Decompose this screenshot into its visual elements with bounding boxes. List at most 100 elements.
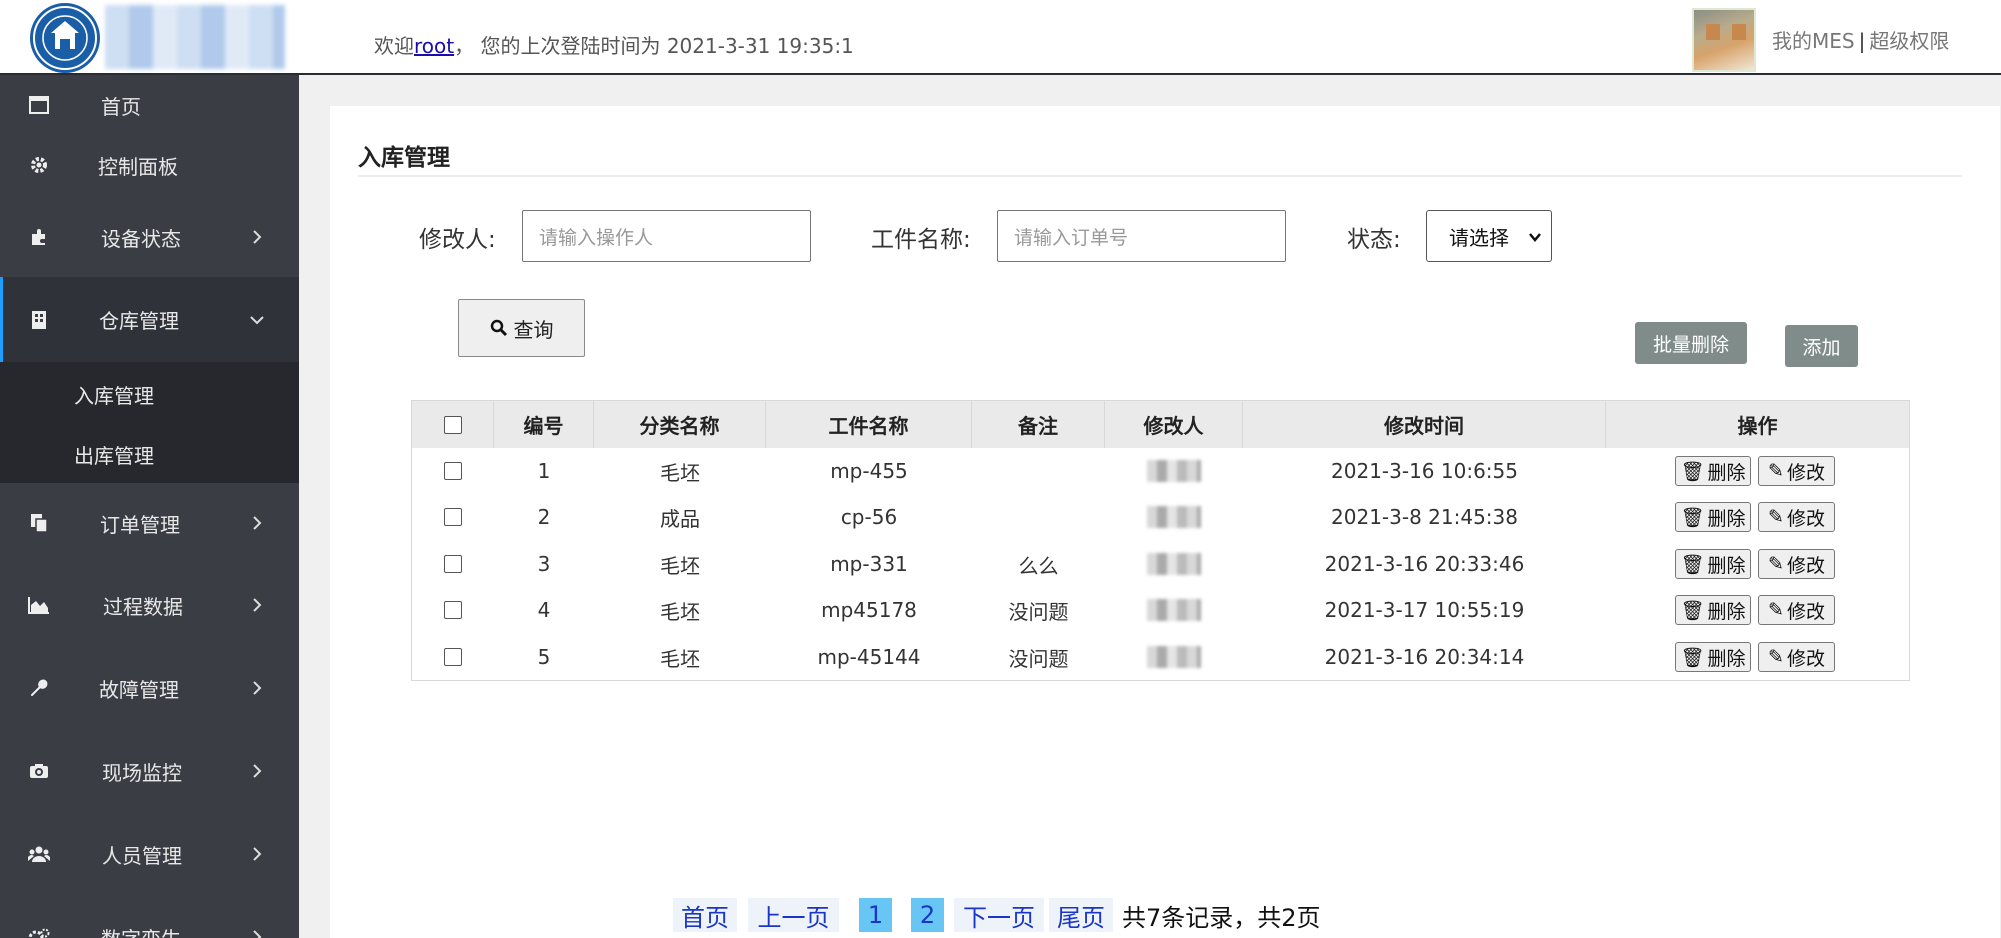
page-next[interactable]: 下一页 [954, 898, 1044, 932]
column-header: 工件名称 [766, 401, 972, 448]
username-link[interactable]: root [414, 34, 454, 58]
modifier-label: 修改人: [419, 227, 496, 253]
submenu-item-stock-in[interactable]: 入库管理 [74, 380, 154, 409]
university-logo [30, 3, 100, 73]
sidebar-item-label: 订单管理 [100, 512, 180, 537]
note-cell [972, 494, 1105, 540]
column-header: 备注 [972, 401, 1105, 448]
blurred-school-name [105, 5, 285, 69]
table-header: 编号 分类名称 工件名称 备注 修改人 修改时间 操作 [412, 401, 1909, 448]
top-right-links: 我的MES | 超级权限 [1772, 25, 1949, 54]
sidebar-item-home[interactable]: 首页 [0, 83, 299, 127]
wrench-icon [28, 677, 50, 699]
sidebar-item-site-monitoring[interactable]: 现场监控 [0, 749, 299, 793]
area-chart-icon [28, 594, 50, 616]
sidebar-item-device-status[interactable]: 设备状态 [0, 215, 299, 259]
sidebar-item-label: 现场监控 [102, 760, 182, 785]
edit-label: 修改 [1786, 600, 1825, 623]
edit-label: 修改 [1786, 647, 1825, 670]
delete-button[interactable]: 🗑 删除 [1675, 642, 1751, 672]
pencil-icon: ✎ [1768, 599, 1784, 621]
note-cell [972, 448, 1105, 494]
permission-link[interactable]: 超级权限 [1869, 29, 1949, 53]
status-select[interactable]: 请选择 [1426, 210, 1552, 262]
row-checkbox[interactable] [444, 555, 462, 573]
avatar[interactable] [1692, 8, 1756, 72]
sidebar-item-label: 故障管理 [99, 677, 179, 702]
edit-button[interactable]: ✎ 修改 [1758, 642, 1835, 672]
row-checkbox[interactable] [444, 508, 462, 526]
chevron-down-icon [1529, 233, 1541, 242]
row-checkbox[interactable] [444, 462, 462, 480]
sidebar-item-label: 仓库管理 [99, 309, 179, 333]
sidebar-item-label: 人员管理 [102, 843, 182, 868]
sidebar: 首页 控制面板 设备状态 仓库管理 入库管理 出库管理 订单管理 过程数据 故障… [0, 75, 299, 938]
sidebar-item-control-panel[interactable]: 控制面板 [0, 143, 299, 187]
time-cell: 2021-3-16 20:33:46 [1324, 552, 1525, 576]
page-number-2[interactable]: 2 [911, 898, 944, 932]
id-cell: 2 [537, 505, 551, 529]
sidebar-item-warehouse[interactable]: 仓库管理 [0, 277, 299, 362]
sidebar-item-label: 设备状态 [101, 226, 181, 251]
column-header: 修改人 [1105, 401, 1243, 448]
sidebar-item-process-data[interactable]: 过程数据 [0, 583, 299, 627]
edit-button[interactable]: ✎ 修改 [1758, 549, 1835, 579]
sidebar-item-orders[interactable]: 订单管理 [0, 501, 299, 545]
part-name-placeholder: 请输入订单号 [1014, 226, 1129, 249]
edit-button[interactable]: ✎ 修改 [1758, 595, 1835, 625]
part-name-input[interactable]: 请输入订单号 [997, 210, 1286, 262]
delete-button[interactable]: 🗑 删除 [1675, 502, 1751, 532]
delete-label: 删除 [1707, 554, 1746, 577]
select-all-checkbox[interactable] [443, 415, 462, 434]
sidebar-item-personnel[interactable]: 人员管理 [0, 832, 299, 876]
part-cell: mp-455 [830, 459, 908, 483]
puzzle-icon [28, 226, 50, 248]
row-checkbox[interactable] [444, 601, 462, 619]
sidebar-item-digital-twin[interactable]: 数字孪生 [0, 915, 299, 938]
note-cell: 没问题 [1008, 646, 1069, 671]
id-cell: 3 [537, 552, 551, 576]
delete-button[interactable]: 🗑 删除 [1675, 595, 1751, 625]
sidebar-item-label: 过程数据 [103, 594, 183, 619]
delete-button[interactable]: 🗑 删除 [1675, 456, 1751, 486]
edit-button[interactable]: ✎ 修改 [1758, 456, 1835, 486]
table-row: 3 毛坯 mp-331 么么 2021-3-16 20:33:46 🗑 删除 ✎ 修… [412, 541, 1909, 587]
chevron-right-icon [253, 930, 262, 938]
copy-icon [28, 512, 50, 534]
time-cell: 2021-3-16 20:34:14 [1324, 645, 1525, 669]
pencil-icon: ✎ [1768, 646, 1784, 668]
submenu-item-stock-out[interactable]: 出库管理 [74, 440, 154, 469]
pencil-icon: ✎ [1768, 506, 1784, 528]
status-select-value: 请选择 [1449, 225, 1509, 250]
modifier-placeholder: 请输入操作人 [539, 226, 654, 249]
query-button[interactable]: 查询 [458, 299, 585, 357]
page-number-1[interactable]: 1 [859, 898, 892, 932]
edit-button[interactable]: ✎ 修改 [1758, 502, 1835, 532]
page-prev[interactable]: 上一页 [748, 898, 839, 932]
separator: | [1858, 29, 1866, 53]
sidebar-item-label: 数字孪生 [101, 923, 181, 938]
table-row: 2 成品 cp-56 2021-3-8 21:45:38 🗑 删除 ✎ 修改 [412, 494, 1909, 540]
edit-label: 修改 [1786, 554, 1825, 577]
chevron-right-icon [253, 516, 262, 530]
warehouse-submenu: 入库管理 出库管理 [0, 362, 299, 483]
delete-button[interactable]: 🗑 删除 [1675, 549, 1751, 579]
trash-icon: 🗑 [1680, 506, 1705, 529]
modifier-cell [1105, 634, 1243, 680]
top-bar: 欢迎root， 您的上次登陆时间为 2021-3-31 19:35:1 我的ME… [0, 0, 2001, 75]
category-cell: 毛坯 [660, 460, 700, 485]
sidebar-item-fault-management[interactable]: 故障管理 [0, 666, 299, 710]
query-button-label: 查询 [513, 317, 554, 342]
my-mes-link[interactable]: 我的MES [1772, 29, 1855, 53]
add-button[interactable]: 添加 [1785, 325, 1858, 367]
trash-icon: 🗑 [1680, 599, 1705, 622]
row-checkbox[interactable] [444, 648, 462, 666]
category-cell: 成品 [660, 506, 700, 531]
batch-delete-button[interactable]: 批量删除 [1635, 322, 1747, 364]
page-last[interactable]: 尾页 [1049, 898, 1113, 932]
page-first[interactable]: 首页 [673, 898, 737, 932]
modifier-input[interactable]: 请输入操作人 [522, 210, 811, 262]
note-cell: 没问题 [1008, 599, 1069, 624]
table-row: 4 毛坯 mp45178 没问题 2021-3-17 10:55:19 🗑 删除 … [412, 587, 1909, 633]
stock-in-table: 编号 分类名称 工件名称 备注 修改人 修改时间 操作 1 毛坯 mp-455 … [411, 400, 1910, 681]
